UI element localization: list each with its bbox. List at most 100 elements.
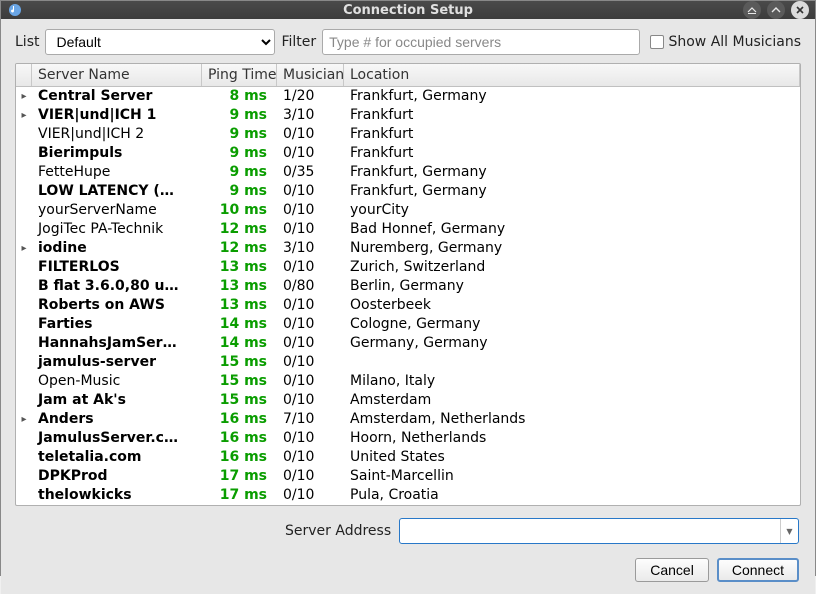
server-address-input[interactable] bbox=[400, 519, 780, 545]
ping-cell: 13 ms bbox=[202, 296, 277, 315]
location-cell: Germany, Germany bbox=[344, 334, 800, 353]
checkbox-icon bbox=[650, 35, 664, 49]
server-name-cell: B flat 3.6.0,80 u… bbox=[32, 277, 202, 296]
musicians-cell: 0/10 bbox=[277, 296, 344, 315]
server-name-cell: VIER|und|ICH 2 bbox=[32, 125, 202, 144]
location-cell: Saint-Marcellin bbox=[344, 467, 800, 486]
table-row[interactable]: teletalia.com16 ms0/10United States bbox=[16, 448, 800, 467]
server-address-row: Server Address ▼ bbox=[15, 514, 801, 546]
location-cell: Frankfurt, Germany bbox=[344, 163, 800, 182]
musicians-cell: 0/10 bbox=[277, 315, 344, 334]
server-name-cell: JogiTec PA-Technik bbox=[32, 220, 202, 239]
table-row[interactable]: Bierimpuls9 ms0/10Frankfurt bbox=[16, 144, 800, 163]
ping-cell: 9 ms bbox=[202, 182, 277, 201]
location-cell: yourCity bbox=[344, 201, 800, 220]
musicians-cell: 0/10 bbox=[277, 353, 344, 372]
table-row[interactable]: ▸iodine12 ms3/10Nuremberg, Germany bbox=[16, 239, 800, 258]
expand-icon[interactable]: ▸ bbox=[16, 87, 32, 106]
connect-button[interactable]: Connect bbox=[717, 558, 799, 582]
musicians-cell: 0/10 bbox=[277, 125, 344, 144]
musicians-cell: 0/10 bbox=[277, 334, 344, 353]
ping-cell: 14 ms bbox=[202, 334, 277, 353]
location-cell: Milano, Italy bbox=[344, 372, 800, 391]
table-row[interactable]: JogiTec PA-Technik12 ms0/10Bad Honnef, G… bbox=[16, 220, 800, 239]
col-expand bbox=[16, 64, 32, 86]
table-row[interactable]: HannahsJamSer…14 ms0/10Germany, Germany bbox=[16, 334, 800, 353]
shade-button[interactable] bbox=[743, 1, 761, 19]
musicians-cell: 0/10 bbox=[277, 201, 344, 220]
server-name-cell: DPKProd bbox=[32, 467, 202, 486]
server-name-cell: JamulusServer.c… bbox=[32, 429, 202, 448]
musicians-cell: 0/10 bbox=[277, 467, 344, 486]
close-button[interactable] bbox=[791, 1, 809, 19]
expand-icon[interactable]: ▸ bbox=[16, 410, 32, 429]
maximize-button[interactable] bbox=[767, 1, 785, 19]
table-row[interactable]: jamulus-server15 ms0/10 bbox=[16, 353, 800, 372]
table-row[interactable]: Jam at Ak's15 ms0/10Amsterdam bbox=[16, 391, 800, 410]
show-all-musicians-checkbox[interactable]: Show All Musicians bbox=[650, 34, 801, 50]
location-cell: United States bbox=[344, 448, 800, 467]
location-cell: Zurich, Switzerland bbox=[344, 258, 800, 277]
chevron-down-icon[interactable]: ▼ bbox=[780, 519, 798, 543]
cancel-button[interactable]: Cancel bbox=[635, 558, 709, 582]
location-cell: Frankfurt, Germany bbox=[344, 87, 800, 106]
expand-icon[interactable]: ▸ bbox=[16, 239, 32, 258]
table-row[interactable]: FetteHupe9 ms0/35Frankfurt, Germany bbox=[16, 163, 800, 182]
location-cell: Frankfurt bbox=[344, 106, 800, 125]
table-body[interactable]: ▸Central Server8 ms1/20Frankfurt, German… bbox=[16, 87, 800, 505]
musicians-cell: 0/80 bbox=[277, 277, 344, 296]
server-name-cell: FILTERLOS bbox=[32, 258, 202, 277]
table-row[interactable]: Roberts on AWS13 ms0/10Oosterbeek bbox=[16, 296, 800, 315]
location-cell: Frankfurt bbox=[344, 125, 800, 144]
ping-cell: 13 ms bbox=[202, 258, 277, 277]
col-musicians[interactable]: Musicians bbox=[277, 64, 344, 86]
table-row[interactable]: FILTERLOS13 ms0/10Zurich, Switzerland bbox=[16, 258, 800, 277]
ping-cell: 9 ms bbox=[202, 106, 277, 125]
table-row[interactable]: Open-Music15 ms0/10Milano, Italy bbox=[16, 372, 800, 391]
table-row[interactable]: ▸VIER|und|ICH 19 ms3/10Frankfurt bbox=[16, 106, 800, 125]
dialog-buttons: Cancel Connect bbox=[15, 554, 801, 584]
ping-cell: 8 ms bbox=[202, 87, 277, 106]
list-label: List bbox=[15, 34, 39, 50]
server-name-cell: HannahsJamSer… bbox=[32, 334, 202, 353]
app-icon bbox=[7, 2, 23, 18]
table-row[interactable]: LOW LATENCY (…9 ms0/10Frankfurt, Germany bbox=[16, 182, 800, 201]
table-row[interactable]: VIER|und|ICH 29 ms0/10Frankfurt bbox=[16, 125, 800, 144]
table-row[interactable]: DPKProd17 ms0/10Saint-Marcellin bbox=[16, 467, 800, 486]
location-cell: Hoorn, Netherlands bbox=[344, 429, 800, 448]
musicians-cell: 1/20 bbox=[277, 87, 344, 106]
table-row[interactable]: Farties14 ms0/10Cologne, Germany bbox=[16, 315, 800, 334]
table-row[interactable]: ▸Central Server8 ms1/20Frankfurt, German… bbox=[16, 87, 800, 106]
server-name-cell: LOW LATENCY (… bbox=[32, 182, 202, 201]
expand-icon[interactable]: ▸ bbox=[16, 106, 32, 125]
ping-cell: 16 ms bbox=[202, 410, 277, 429]
ping-cell: 17 ms bbox=[202, 486, 277, 505]
ping-cell: 9 ms bbox=[202, 125, 277, 144]
musicians-cell: 0/10 bbox=[277, 429, 344, 448]
col-server-name[interactable]: Server Name bbox=[32, 64, 202, 86]
musicians-cell: 0/10 bbox=[277, 372, 344, 391]
table-row[interactable]: ▸Anders16 ms7/10Amsterdam, Netherlands bbox=[16, 410, 800, 429]
server-name-cell: Central Server bbox=[32, 87, 202, 106]
col-location[interactable]: Location bbox=[344, 64, 800, 86]
col-ping-time[interactable]: Ping Time bbox=[202, 64, 277, 86]
filter-input[interactable] bbox=[322, 29, 640, 55]
server-table: Server Name Ping Time Musicians Location… bbox=[15, 63, 801, 506]
server-address-combo[interactable]: ▼ bbox=[399, 518, 799, 544]
list-select[interactable]: Default bbox=[45, 29, 275, 55]
musicians-cell: 0/10 bbox=[277, 486, 344, 505]
table-row[interactable]: thelowkicks17 ms0/10Pula, Croatia bbox=[16, 486, 800, 505]
table-row[interactable]: JamulusServer.c…16 ms0/10Hoorn, Netherla… bbox=[16, 429, 800, 448]
location-cell: Amsterdam, Netherlands bbox=[344, 410, 800, 429]
table-row[interactable]: B flat 3.6.0,80 u…13 ms0/80Berlin, Germa… bbox=[16, 277, 800, 296]
musicians-cell: 7/10 bbox=[277, 410, 344, 429]
content-area: List Default Filter Show All Musicians S… bbox=[1, 19, 815, 594]
musicians-cell: 3/10 bbox=[277, 239, 344, 258]
location-cell: Bad Honnef, Germany bbox=[344, 220, 800, 239]
server-name-cell: teletalia.com bbox=[32, 448, 202, 467]
ping-cell: 10 ms bbox=[202, 201, 277, 220]
server-name-cell: iodine bbox=[32, 239, 202, 258]
table-row[interactable]: yourServerName10 ms0/10yourCity bbox=[16, 201, 800, 220]
location-cell: Amsterdam bbox=[344, 391, 800, 410]
musicians-cell: 0/10 bbox=[277, 391, 344, 410]
